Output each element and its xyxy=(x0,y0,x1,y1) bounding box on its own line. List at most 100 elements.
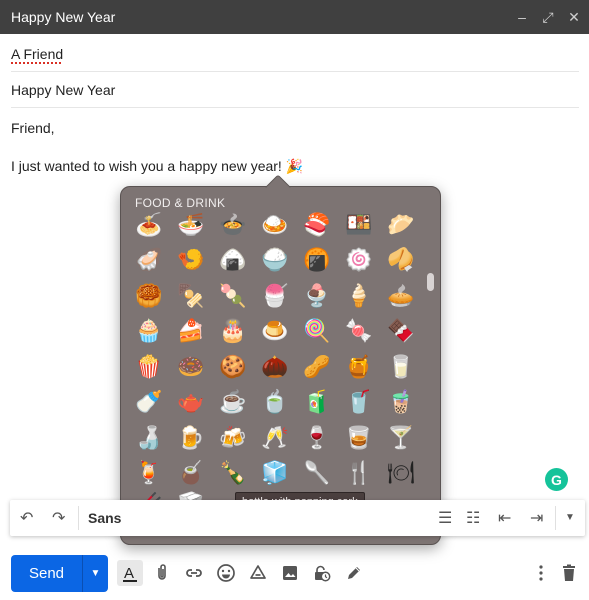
emoji-item[interactable]: 🥤 xyxy=(338,385,380,421)
indent-more-icon[interactable]: ⇥ xyxy=(530,508,543,528)
emoji-item[interactable]: 🥠 xyxy=(380,243,422,279)
body-line: I just wanted to wish you a happy new ye… xyxy=(11,156,303,176)
emoji-item[interactable]: 🍨 xyxy=(296,278,338,314)
scrollbar-thumb[interactable] xyxy=(427,273,434,291)
emoji-item[interactable]: 🌰 xyxy=(254,349,296,385)
recipient-chip[interactable]: A Friend xyxy=(11,46,63,62)
emoji-item[interactable]: 🥮 xyxy=(128,278,170,314)
emoji-item[interactable]: 🍣 xyxy=(296,207,338,243)
close-icon[interactable]: ✕ xyxy=(567,9,581,26)
emoji-item[interactable]: 🍫 xyxy=(380,314,422,350)
emoji-item[interactable]: 🍷 xyxy=(296,420,338,456)
align-icon[interactable]: ☰ xyxy=(438,508,452,528)
emoji-item[interactable]: 🥧 xyxy=(380,278,422,314)
emoji-item[interactable]: 🍜 xyxy=(170,207,212,243)
font-select[interactable]: Sans xyxy=(88,510,121,526)
emoji-item[interactable]: 🍭 xyxy=(296,314,338,350)
emoji-item[interactable]: 🥛 xyxy=(380,349,422,385)
emoji-icon[interactable] xyxy=(213,560,239,586)
to-field[interactable]: A Friend xyxy=(11,36,579,72)
indent-less-icon[interactable]: ⇤ xyxy=(498,508,511,528)
expand-icon[interactable]: ⤢ xyxy=(541,9,555,26)
svg-text:A: A xyxy=(124,565,134,582)
undo-icon[interactable]: ↶ xyxy=(20,508,33,528)
grammarly-icon[interactable]: G xyxy=(545,468,568,491)
subject-field[interactable]: Happy New Year xyxy=(11,72,579,108)
emoji-item[interactable]: 🍘 xyxy=(296,243,338,279)
emoji-grid: 🍝 🍜 🍲 🍛 🍣 🍱 🥟 🦪 🍤 🍙 🍚 🍘 🍥 🥠 🥮 🍢 🍡 🍧 🍨 🍦 🥧 🧁 🍰 🎂 🍮 🍭 🍬 🍫 🍿 🍩 🍪 🌰 🥜 🍯 🥛 🍼 🫖 ☕ 🍵 🧃… xyxy=(128,207,428,527)
subject-text: Happy New Year xyxy=(11,81,116,98)
emoji-item[interactable]: 🍸 xyxy=(380,420,422,456)
body-greeting: Friend, xyxy=(11,120,55,136)
confidential-mode-icon[interactable] xyxy=(309,560,335,586)
emoji-item[interactable]: 🍪 xyxy=(212,349,254,385)
formatting-toolbar: ↶ ↷ Sans ☰ ☷ ⇤ ⇥ ▼ xyxy=(10,500,585,536)
minimize-icon[interactable]: ‒ xyxy=(515,9,529,25)
attach-icon[interactable] xyxy=(149,560,175,586)
emoji-item[interactable]: 🧉 xyxy=(170,456,212,492)
emoji-item[interactable]: 🍯 xyxy=(338,349,380,385)
emoji-item[interactable]: 🍡 xyxy=(212,278,254,314)
message-body[interactable]: Friend, I just wanted to wish you a happ… xyxy=(11,118,303,194)
emoji-item[interactable]: 🍲 xyxy=(212,207,254,243)
emoji-item[interactable]: 🍩 xyxy=(170,349,212,385)
emoji-item[interactable]: ☕ xyxy=(212,385,254,421)
signature-icon[interactable] xyxy=(341,560,367,586)
discard-draft-icon[interactable] xyxy=(556,560,582,586)
emoji-item[interactable]: 🥟 xyxy=(380,207,422,243)
emoji-item[interactable]: 🍾 xyxy=(212,456,254,492)
emoji-item[interactable]: 🥜 xyxy=(296,349,338,385)
emoji-item[interactable]: 🍢 xyxy=(170,278,212,314)
redo-icon[interactable]: ↷ xyxy=(52,508,65,528)
emoji-picker: FOOD & DRINK 🍝 🍜 🍲 🍛 🍣 🍱 🥟 🦪 🍤 🍙 🍚 🍘 🍥 🥠 🥮 🍢 🍡 🍧 🍨 🍦 🥧 🧁 🍰 🎂 🍮 🍭 🍬… xyxy=(120,174,441,545)
emoji-item[interactable]: 🍛 xyxy=(254,207,296,243)
emoji-item[interactable]: 🍱 xyxy=(338,207,380,243)
emoji-item[interactable]: 🍽 xyxy=(380,456,422,492)
emoji-item[interactable]: 🎂 xyxy=(212,314,254,350)
emoji-item[interactable]: 🍮 xyxy=(254,314,296,350)
emoji-item[interactable]: 🍦 xyxy=(338,278,380,314)
send-button[interactable]: Send xyxy=(11,555,82,592)
party-popper-emoji: 🎉 xyxy=(285,158,304,174)
emoji-item[interactable]: 🍺 xyxy=(170,420,212,456)
emoji-item[interactable]: 🍴 xyxy=(338,456,380,492)
emoji-item[interactable]: 🍹 xyxy=(128,456,170,492)
emoji-item[interactable]: 🍥 xyxy=(338,243,380,279)
emoji-item[interactable]: 🧃 xyxy=(296,385,338,421)
window-controls: ‒ ⤢ ✕ xyxy=(515,0,581,34)
photo-icon[interactable] xyxy=(277,560,303,586)
emoji-item[interactable]: 🥂 xyxy=(254,420,296,456)
emoji-item[interactable]: 🍚 xyxy=(254,243,296,279)
emoji-item[interactable]: 🍬 xyxy=(338,314,380,350)
emoji-item[interactable]: 🥃 xyxy=(338,420,380,456)
emoji-item[interactable]: 🫖 xyxy=(170,385,212,421)
emoji-item[interactable]: 🍧 xyxy=(254,278,296,314)
drive-icon[interactable] xyxy=(245,560,271,586)
emoji-item[interactable]: 🥄 xyxy=(296,456,338,492)
emoji-item[interactable]: 🍙 xyxy=(212,243,254,279)
emoji-item[interactable]: 🦪 xyxy=(128,243,170,279)
more-options-icon[interactable] xyxy=(528,560,554,586)
link-icon[interactable] xyxy=(181,560,207,586)
emoji-item[interactable]: 🧁 xyxy=(128,314,170,350)
formatting-options-icon[interactable]: A xyxy=(117,560,143,586)
toolbar-divider xyxy=(555,506,556,530)
emoji-item[interactable]: 🍻 xyxy=(212,420,254,456)
bulleted-list-icon[interactable]: ☷ xyxy=(466,508,480,528)
compose-titlebar: Happy New Year ‒ ⤢ ✕ xyxy=(0,0,589,34)
emoji-item[interactable]: 🍿 xyxy=(128,349,170,385)
emoji-item[interactable]: 🧊 xyxy=(254,456,296,492)
emoji-item[interactable]: 🍝 xyxy=(128,207,170,243)
emoji-item[interactable]: 🧋 xyxy=(380,385,422,421)
more-formatting-icon[interactable]: ▼ xyxy=(565,512,575,523)
send-group: Send ▼ xyxy=(11,555,108,592)
emoji-item[interactable]: 🍵 xyxy=(254,385,296,421)
emoji-item[interactable]: 🍰 xyxy=(170,314,212,350)
emoji-item[interactable]: 🍼 xyxy=(128,385,170,421)
emoji-item[interactable]: 🍶 xyxy=(128,420,170,456)
emoji-item[interactable]: 🍤 xyxy=(170,243,212,279)
send-options-button[interactable]: ▼ xyxy=(82,555,108,592)
window-title: Happy New Year xyxy=(11,9,116,25)
body-line-text: I just wanted to wish you a happy new ye… xyxy=(11,158,282,174)
toolbar-divider xyxy=(78,506,79,530)
